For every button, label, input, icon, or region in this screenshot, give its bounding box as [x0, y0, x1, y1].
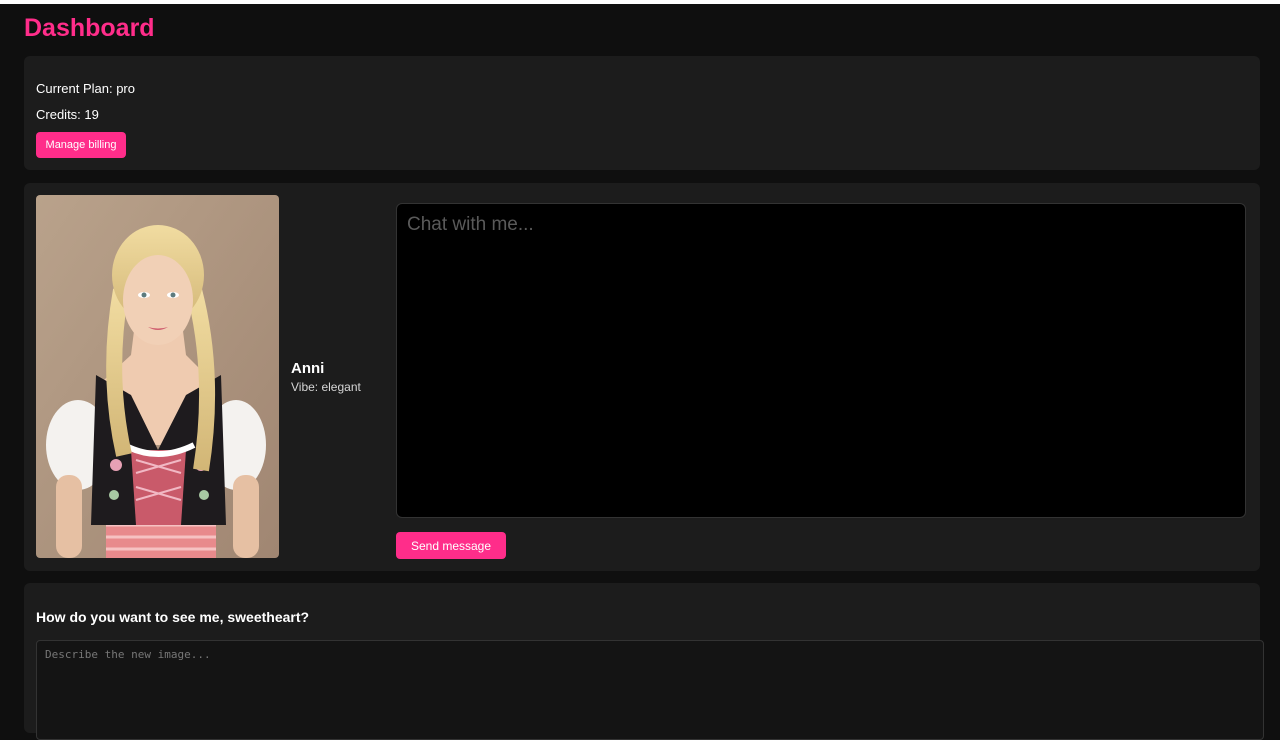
manage-billing-button[interactable]: Manage billing [36, 132, 126, 158]
character-vibe: Vibe: elegant [291, 380, 361, 394]
chat-message-input[interactable] [396, 203, 1246, 518]
image-request-heading: How do you want to see me, sweetheart? [36, 609, 310, 625]
send-message-button[interactable]: Send message [396, 532, 506, 559]
current-plan-text: Current Plan: pro [36, 81, 135, 96]
credits-text: Credits: 19 [36, 107, 99, 122]
top-border [0, 0, 1280, 4]
image-request-card: How do you want to see me, sweetheart? [24, 583, 1264, 740]
character-name: Anni [291, 360, 325, 377]
image-description-input[interactable] [36, 640, 1264, 740]
billing-card: Current Plan: pro Credits: 19 Manage bil… [24, 56, 1260, 170]
chat-card: Anni Vibe: elegant Send message [24, 183, 1260, 571]
character-portrait [36, 195, 279, 558]
page-title: Dashboard [24, 14, 155, 42]
